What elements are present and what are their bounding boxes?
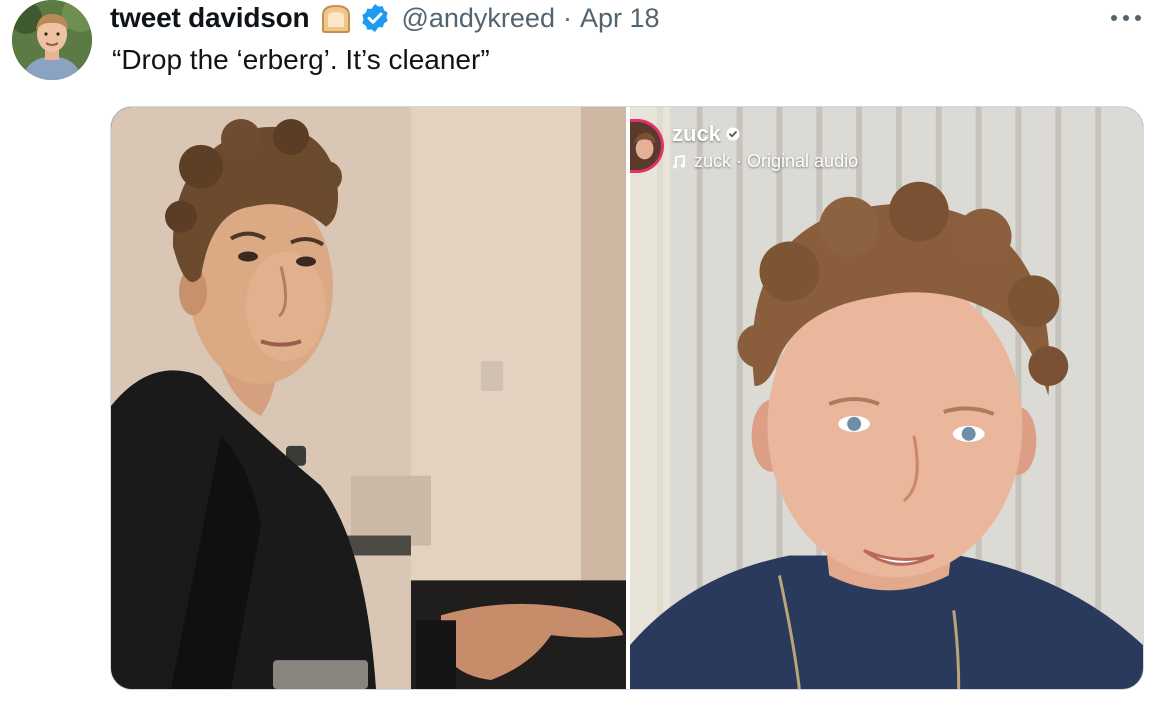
avatar[interactable]: [12, 0, 92, 80]
more-horizontal-icon[interactable]: [1109, 8, 1143, 28]
display-name[interactable]: tweet davidson: [110, 2, 310, 34]
overlay-audio-row[interactable]: zuck · Original audio: [672, 151, 858, 172]
tweet-card: tweet davidson @andykreed · Apr 18 “Drop…: [0, 0, 1161, 702]
tweet-text: “Drop the ‘erberg’. It’s cleaner”: [112, 44, 490, 75]
left-photo[interactable]: [111, 107, 626, 689]
tweet-header: tweet davidson @andykreed · Apr 18: [110, 0, 660, 36]
right-photo-image: [630, 107, 1143, 689]
overlay-text: zuck zuck · Original audio: [672, 121, 858, 172]
overlay-avatar[interactable]: [630, 119, 664, 173]
overlay-audio-user: zuck: [694, 151, 732, 171]
overlay-separator: ·: [736, 151, 743, 171]
separator-dot: ·: [562, 2, 572, 33]
music-note-icon: [672, 154, 686, 169]
verified-check-icon: [726, 127, 740, 141]
tweet-date[interactable]: Apr 18: [580, 3, 660, 34]
verified-badge-icon[interactable]: [359, 2, 391, 34]
handle[interactable]: @andykreed: [401, 3, 555, 34]
overlay-audio-label: Original audio: [747, 151, 859, 171]
left-photo-image: [111, 107, 626, 689]
avatar-image: [12, 0, 92, 80]
overlay-username-row: zuck: [672, 121, 858, 147]
bread-emoji-icon: [319, 3, 353, 33]
reel-overlay: zuck zuck · Original audio: [630, 119, 858, 173]
overlay-username[interactable]: zuck: [672, 121, 721, 147]
right-photo[interactable]: zuck zuck · Original audio: [630, 107, 1143, 689]
media-grid[interactable]: zuck zuck · Original audio: [110, 106, 1144, 690]
